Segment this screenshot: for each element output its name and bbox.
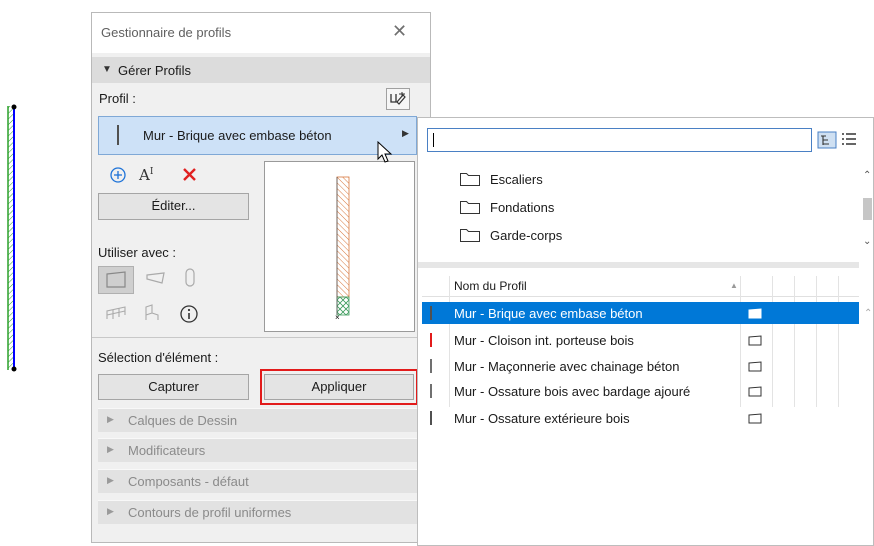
profile-color-bar [430, 384, 432, 398]
section-label: Composants - défaut [128, 474, 249, 489]
profile-name: Mur - Brique avec embase béton [454, 306, 643, 321]
folder-item[interactable]: Fondations [460, 198, 730, 218]
profile-name: Mur - Cloison int. porteuse bois [454, 333, 634, 348]
railing-tool-icon[interactable] [105, 303, 129, 323]
scroll-thumb[interactable] [863, 198, 872, 220]
table-row[interactable]: Mur - Ossature extérieure bois [422, 407, 859, 429]
folder-label: Escaliers [490, 172, 543, 187]
section-default-components[interactable]: ▶ Composants - défaut [98, 469, 418, 493]
palette-titlebar: Gestionnaire de profils ✕ [92, 13, 430, 53]
wall-type-icon [748, 361, 762, 372]
folder-scrollbar[interactable]: ⌃ ⌄ [860, 170, 874, 252]
sort-asc-icon: ▲ [730, 281, 738, 290]
beam-tool-icon[interactable] [144, 269, 168, 289]
profile-settings-icon[interactable] [386, 88, 410, 110]
profile-name: Mur - Ossature bois avec bardage ajouré [454, 384, 691, 399]
manage-profiles-header[interactable]: ▼ Gérer Profils [92, 57, 430, 83]
folder-icon [460, 201, 480, 214]
rename-icon[interactable]: AI [139, 166, 153, 184]
table-row[interactable]: Mur - Brique avec embase béton [422, 302, 859, 324]
folder-view-icon[interactable] [817, 131, 837, 149]
table-row[interactable]: Mur - Maçonnerie avec chainage béton [422, 355, 859, 377]
element-selection-label: Sélection d'élément : [98, 350, 219, 365]
section-label: Contours de profil uniformes [128, 505, 292, 520]
chevron-up-icon[interactable]: ⌃ [864, 308, 872, 319]
chevron-up-icon[interactable]: ⌃ [863, 170, 871, 181]
svg-text:×: × [335, 313, 340, 322]
wall-tool-icon[interactable] [98, 266, 134, 294]
profile-browser-flyout: Escaliers Fondations Garde-corps ⌃ ⌄ Nom… [417, 117, 874, 546]
triangle-down-icon: ▼ [102, 64, 112, 75]
folder-icon [460, 229, 480, 242]
folder-icon [460, 173, 480, 186]
profile-name: Mur - Maçonnerie avec chainage béton [454, 359, 680, 374]
triangle-right-icon: ▶ [107, 506, 114, 516]
section-drawing-layers[interactable]: ▶ Calques de Dessin [98, 408, 418, 432]
profile-preview-drawing: × [335, 176, 350, 322]
delete-icon[interactable] [181, 166, 198, 183]
profile-preview: × [264, 161, 415, 332]
edit-button[interactable]: Éditer... [98, 193, 249, 220]
triangle-right-icon: ▶ [107, 444, 114, 454]
triangle-right-icon: ▶ [107, 414, 114, 424]
profile-name: Mur - Ossature extérieure bois [454, 411, 630, 426]
profile-color-bar [430, 411, 432, 425]
add-profile-icon[interactable] [109, 166, 127, 184]
section-label: Modificateurs [128, 443, 206, 458]
list-view-icon[interactable] [841, 132, 857, 146]
profile-selector[interactable]: Mur - Brique avec embase béton ▶ [98, 116, 417, 155]
table-row[interactable]: Mur - Ossature bois avec bardage ajouré [422, 380, 859, 402]
profile-color-bar [117, 125, 119, 145]
folder-label: Garde-corps [490, 228, 563, 243]
current-profile-name: Mur - Brique avec embase béton [143, 128, 332, 143]
capture-button[interactable]: Capturer [98, 374, 249, 400]
close-icon[interactable]: ✕ [392, 21, 407, 42]
column-header-name: Nom du Profil [454, 279, 527, 293]
palette-title: Gestionnaire de profils [101, 25, 232, 40]
info-icon[interactable] [179, 304, 199, 324]
wall-type-icon [748, 413, 762, 424]
search-input[interactable] [427, 128, 812, 152]
profile-manager-palette: Gestionnaire de profils ✕ ▼ Gérer Profil… [91, 12, 431, 543]
table-row[interactable]: Mur - Cloison int. porteuse bois [422, 329, 859, 351]
use-with-label: Utiliser avec : [98, 245, 177, 260]
mouse-cursor-icon [377, 141, 393, 163]
triangle-right-icon: ▶ [107, 475, 114, 485]
profile-label: Profil : [99, 91, 136, 106]
wall-type-icon [748, 335, 762, 346]
section-label: Calques de Dessin [128, 413, 238, 428]
profile-color-bar [430, 359, 432, 373]
object-tool-icon[interactable] [142, 303, 162, 323]
apply-button[interactable]: Appliquer [264, 374, 414, 400]
splitter[interactable] [418, 249, 859, 268]
wall-type-icon [748, 308, 762, 319]
wall-type-icon [748, 386, 762, 397]
section-modifiers[interactable]: ▶ Modificateurs [98, 438, 418, 462]
triangle-right-icon: ▶ [402, 128, 409, 138]
profile-color-bar [430, 306, 432, 320]
section-uniform-contours[interactable]: ▶ Contours de profil uniformes [98, 500, 418, 524]
column-tool-icon[interactable] [182, 267, 198, 289]
wall-preview [7, 104, 17, 372]
profile-color-bar [430, 333, 432, 347]
text-caret [433, 133, 434, 147]
folder-label: Fondations [490, 200, 555, 215]
manage-profiles-label: Gérer Profils [118, 63, 191, 78]
folder-item[interactable]: Escaliers [460, 170, 730, 190]
chevron-down-icon[interactable]: ⌄ [863, 236, 871, 247]
divider [92, 337, 430, 338]
folder-item[interactable]: Garde-corps [460, 226, 730, 246]
